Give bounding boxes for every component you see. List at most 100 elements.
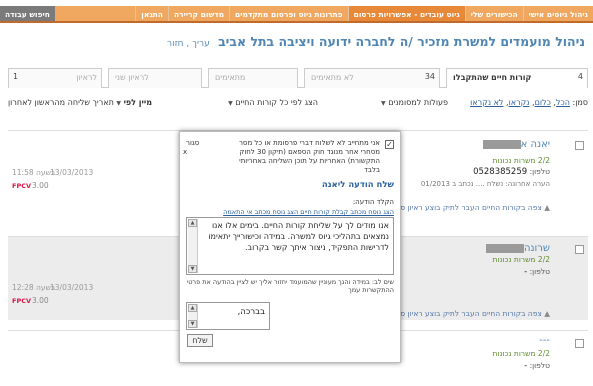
signature-textarea[interactable]: ▲ ▼ בברכה, <box>186 302 270 330</box>
candidate-name[interactable]: --- <box>539 335 550 346</box>
page-title-text: ניהול מועמדים למשרת מזכיר /ה לחברה ידועה… <box>218 34 585 49</box>
chevron-down-icon: ▼ <box>228 100 233 107</box>
page-title: ניהול מועמדים למשרת מזכיר /ה לחברה ידועה… <box>10 34 585 49</box>
select-prefix: סמן: <box>572 98 589 107</box>
price: 3.00 <box>32 181 49 190</box>
tab-received[interactable]: 4 קורות חיים שהתקבלו <box>446 68 588 88</box>
signature-scrollbar[interactable]: ▲ ▼ <box>188 304 198 328</box>
phone-label: טלפון: <box>529 361 550 370</box>
top-navigation: ניהול גיוסים אישי הכישורים שלי גיוס עובד… <box>0 6 593 23</box>
select-unread-link[interactable]: לא נקראו <box>470 98 503 107</box>
nav-tab-personal[interactable]: ניהול גיוסים אישי <box>522 6 593 21</box>
redacted-block <box>482 139 521 149</box>
bulk-actions-menu[interactable]: פעולות למסומנים ▼ <box>381 98 448 107</box>
consent-text: אני מתחייב לא לשלוח דברי פרסומת או כל מס… <box>238 139 380 174</box>
consent-checkbox[interactable]: ✓ <box>385 140 394 149</box>
message-textarea[interactable]: ▲ ▼ אנו מודים לך על שליחת קורות החיים. ב… <box>186 217 394 275</box>
scroll-up-icon[interactable]: ▲ <box>188 219 197 227</box>
candidate-experience: 2/2 משרות נכונות <box>493 255 550 264</box>
user-icon: ▲ <box>544 203 550 212</box>
signature-text: בברכה, <box>237 307 265 317</box>
candidate-experience: 2/2 משרות נכונות <box>493 349 550 358</box>
show-cv-label: הצג לפי כל קורות החיים <box>235 98 318 107</box>
sort-value: תאריך שליחה מהראשון לאחרון <box>8 98 114 107</box>
candidate-name[interactable]: יאנה א <box>481 139 550 150</box>
filter-tabs: 4 קורות חיים שהתקבלו 34 לא מתאימים מתאימ… <box>8 68 588 88</box>
message-scrollbar[interactable]: ▲ ▼ <box>188 219 198 273</box>
tab-suitable-label: מתאימים <box>215 73 246 82</box>
chevron-down-icon: ▼ <box>116 100 122 107</box>
fpcv-logo: FPCV <box>12 297 32 305</box>
scroll-down-icon[interactable]: ▼ <box>188 320 197 328</box>
phone-label: טלפון: <box>529 167 550 176</box>
experience-label: משרות נכונות <box>492 255 536 264</box>
select-all-link[interactable]: הכל <box>556 98 570 107</box>
bulk-actions-label: פעולות למסומנים <box>388 98 448 107</box>
experience-count: 2/2 <box>537 349 550 358</box>
candidate-name[interactable]: שרונה <box>484 243 550 254</box>
candidate-phone: טלפון: 0528385259 <box>473 167 550 177</box>
sort-label: מיין לפי <box>123 98 153 107</box>
price: 3.00 <box>32 296 49 305</box>
received-date: 13/03/2013 <box>50 283 94 292</box>
candidate-name-text: יאנה א <box>520 139 550 150</box>
received-date: 13/03/2013 <box>50 168 94 177</box>
select-none-link[interactable]: כלום <box>535 98 551 107</box>
nav-tab-recruit[interactable]: גיוס עובדים - אפשרויות פרסום <box>347 6 465 21</box>
tab-interview[interactable]: 1 לראיון <box>8 68 102 88</box>
user-icon: ▲ <box>544 309 550 318</box>
phone-value: - <box>524 267 528 277</box>
chevron-down-icon: ▼ <box>381 100 386 107</box>
candidate-phone: טלפון: - <box>524 361 550 371</box>
tab-second-interview[interactable]: לראיון שני <box>108 68 202 88</box>
received-time: בשעה 11:58 <box>12 168 56 177</box>
row-checkbox[interactable] <box>575 141 584 150</box>
send-button[interactable]: שלח <box>187 334 213 347</box>
row-checkbox[interactable] <box>575 339 584 348</box>
nav-tab-advanced[interactable]: פתרונות גיוס ופרסום מתקדמים <box>229 6 348 21</box>
dialog-title: שלח הודעה ליאנה <box>321 180 394 190</box>
close-icon[interactable]: x <box>183 148 187 156</box>
tab-second-interview-label: לראיון שני <box>115 73 149 82</box>
select-read-link[interactable]: נקראו <box>509 98 530 107</box>
nav-tab-job-search[interactable]: חיפוש עבודה <box>0 6 55 21</box>
experience-label: משרות נכונות <box>492 156 536 165</box>
tab-not-suitable-label: לא מתאימים <box>311 73 354 82</box>
redacted-block <box>486 243 524 253</box>
nav-tab-other[interactable]: התגאן <box>135 6 168 21</box>
select-controls: סמן: הכל, כלום, נקראו, לא נקראו <box>470 98 588 107</box>
nav-tab-skills[interactable]: הכישורים שלי <box>464 6 523 21</box>
experience-label: משרות נכונות <box>492 349 536 358</box>
candidate-phone: טלפון: - <box>524 267 550 277</box>
fpcv-logo: FPCV <box>12 182 32 190</box>
tab-interview-label: לראיון <box>76 73 97 82</box>
tab-not-suitable-count: 34 <box>424 72 435 81</box>
template-links[interactable]: הצג נוסח מכתב קבלת קורות חיים הצג נוסח מ… <box>186 208 394 216</box>
tab-received-label: קורות חיים שהתקבלו <box>453 73 532 82</box>
received-time: בשעה 12:28 <box>12 283 56 292</box>
scroll-up-icon[interactable]: ▲ <box>188 304 197 312</box>
phone-label: טלפון: <box>529 267 550 276</box>
contact-hint: שים לב: במידה והנך מעוניין שהמועמד יחזור… <box>186 278 394 294</box>
experience-count: 2/2 <box>537 255 550 264</box>
candidate-experience: 2/2 משרות נכונות <box>493 156 550 165</box>
toolbar: סמן: הכל, כלום, נקראו, לא נקראו פעולות ל… <box>8 98 588 112</box>
tab-received-count: 4 <box>577 72 583 81</box>
edit-links[interactable]: עריך , חזור <box>167 39 210 49</box>
sort-control[interactable]: מיין לפי ▼ תאריך שליחה מהראשון לאחרון <box>8 98 152 107</box>
nav-tab-career[interactable]: מדשום קריירה <box>167 6 229 21</box>
show-cv-filter[interactable]: הצג לפי כל קורות החיים ▼ <box>228 98 318 107</box>
scroll-down-icon[interactable]: ▼ <box>188 265 197 273</box>
tab-interview-count: 1 <box>13 72 19 81</box>
tab-suitable[interactable]: מתאימים <box>208 68 298 88</box>
candidate-name-text: שרונה <box>524 243 550 254</box>
row-checkbox[interactable] <box>575 245 584 254</box>
tab-not-suitable[interactable]: 34 לא מתאימים <box>304 68 440 88</box>
message-text: אנו מודים לך על שליחת קורות החיים. בימים… <box>208 221 389 252</box>
experience-count: 2/2 <box>537 156 550 165</box>
phone-value: - <box>524 361 528 371</box>
send-message-dialog: ✓ אני מתחייב לא לשלוח דברי פרסומת או כל … <box>179 131 401 363</box>
message-label: הקלד הודעה: <box>352 198 394 206</box>
phone-value: 0528385259 <box>473 167 528 177</box>
close-button[interactable]: סגור <box>186 139 199 147</box>
